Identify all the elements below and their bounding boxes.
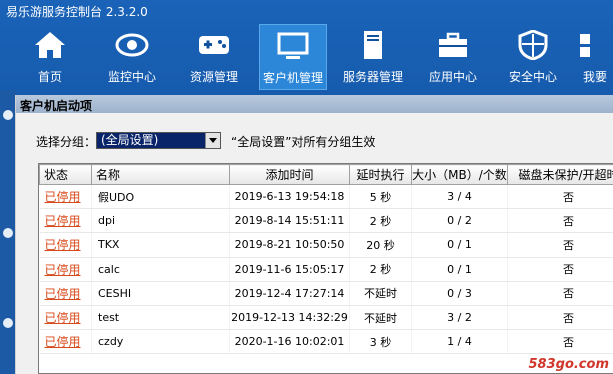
- column-header-added-time[interactable]: 添加时间: [229, 164, 350, 185]
- cell-time: 2020-1-16 10:02:01: [229, 329, 350, 355]
- column-header-name[interactable]: 名称: [91, 164, 230, 185]
- grid-icon: [580, 34, 590, 57]
- cell-time: 2019-12-13 14:32:29: [229, 305, 350, 331]
- toolbar-monitor-label: 监控中心: [107, 70, 156, 84]
- table-row[interactable]: 已停用 TKX 2019-8-21 10:50:50 20 秒0 / 1否: [39, 232, 613, 258]
- client-startup-dialog: 客户机启动项 选择分组： (全局设置) “全局设置”对所有分组生效 状态 名称 …: [15, 95, 613, 374]
- toolbar-resource-label: 资源管理: [189, 70, 238, 84]
- cell-status[interactable]: 已停用: [39, 208, 92, 234]
- cell-delay: 2 秒: [349, 257, 412, 282]
- cell-time: 2019-11-6 15:05:17: [229, 257, 350, 282]
- app-title: 易乐游服务控制台 2.3.2.0: [6, 5, 148, 19]
- cell-status[interactable]: 已停用: [39, 329, 92, 355]
- toolbar-more[interactable]: 我要: [575, 24, 613, 90]
- cell-size: 0 / 1: [411, 232, 508, 258]
- cell-time: 2019-12-4 17:27:14: [229, 281, 350, 306]
- home-icon: [35, 32, 65, 58]
- toolbar-home-label: 首页: [37, 70, 62, 84]
- cell-time: 2019-8-21 10:50:50: [229, 232, 350, 258]
- cell-name: czdy: [91, 329, 230, 355]
- cell-disk: 否: [507, 329, 613, 355]
- expand-arrow-icon[interactable]: [3, 110, 13, 120]
- cell-size: 3 / 2: [411, 305, 508, 331]
- column-header-size[interactable]: 大小（MB）/个数: [411, 164, 508, 185]
- watermark-logo: 583go.com: [528, 357, 610, 372]
- cell-delay: 不延时: [349, 281, 412, 306]
- eye-icon: [115, 33, 149, 57]
- cell-delay: 5 秒: [349, 184, 412, 210]
- shield-icon: [518, 30, 548, 60]
- cell-name: CESHI: [91, 281, 230, 306]
- cell-disk: 否: [507, 184, 613, 210]
- table-row[interactable]: 已停用 假UDO 2019-6-13 19:54:18 5 秒3 / 4否: [39, 184, 613, 210]
- cell-status[interactable]: 已停用: [39, 232, 92, 258]
- cell-size: 0 / 1: [411, 257, 508, 282]
- table-row[interactable]: 已停用 dpi 2019-8-14 15:51:11 2 秒0 / 2否: [39, 208, 613, 234]
- cell-size: 0 / 3: [411, 281, 508, 306]
- toolbar-app-label: 应用中心: [428, 70, 477, 84]
- toolbar-server-label: 服务器管理: [342, 70, 403, 84]
- table-row[interactable]: 已停用 CESHI 2019-12-4 17:27:14 不延时 0 / 3否: [39, 281, 613, 306]
- cell-delay: 3 秒: [349, 329, 412, 355]
- group-select-label: 选择分组：: [36, 135, 97, 149]
- group-select-value: (全局设置): [101, 133, 159, 147]
- cell-name: dpi: [91, 208, 230, 234]
- cell-size: 1 / 4: [411, 329, 508, 355]
- cell-name: TKX: [91, 232, 230, 258]
- toolbar-app-center[interactable]: 应用中心: [419, 24, 487, 90]
- cell-time: 2019-6-13 19:54:18: [229, 184, 350, 210]
- table-row[interactable]: 已停用 calc 2019-11-6 15:05:17 2 秒0 / 1否: [39, 257, 613, 282]
- cell-disk: 否: [507, 281, 613, 306]
- app-window: 易乐游服务控制台 2.3.2.0 首页 监控中心 资源管理 客户机管理 服务器管…: [0, 0, 613, 374]
- toolbar-security-center[interactable]: 安全中心: [499, 24, 567, 90]
- toolbar-more-label: 我要: [583, 70, 608, 84]
- cell-size: 3 / 4: [411, 184, 508, 210]
- column-header-delay[interactable]: 延时执行: [349, 164, 412, 185]
- cell-disk: 否: [507, 257, 613, 282]
- table-row[interactable]: 已停用 czdy 2020-1-16 10:02:01 3 秒1 / 4否: [39, 329, 613, 355]
- cell-delay: 20 秒: [349, 232, 412, 258]
- toolbar-client-manage[interactable]: 客户机管理: [259, 24, 327, 90]
- toolbar-server-manage[interactable]: 服务器管理: [339, 24, 407, 90]
- group-note: “全局设置”对所有分组生效: [231, 135, 376, 149]
- startup-items-table: 状态 名称 添加时间 延时执行 大小（MB）/个数 磁盘未保护/开超时 已停用假…: [38, 163, 613, 374]
- toolbar-monitor-center[interactable]: 监控中心: [98, 24, 166, 90]
- column-header-status[interactable]: 状态: [39, 164, 92, 185]
- left-collapsed-panel: [0, 90, 16, 374]
- toolbar-resource[interactable]: 资源管理: [180, 24, 248, 90]
- main-toolbar: 首页 监控中心 资源管理 客户机管理 服务器管理 应用中心 安全中心 我要: [0, 20, 613, 90]
- cell-status[interactable]: 已停用: [39, 281, 92, 306]
- group-select[interactable]: (全局设置): [96, 132, 221, 149]
- cell-time: 2019-8-14 15:51:11: [229, 208, 350, 234]
- dialog-title: 客户机启动项: [16, 95, 613, 113]
- cell-status[interactable]: 已停用: [39, 305, 92, 331]
- table-header-row: 状态 名称 添加时间 延时执行 大小（MB）/个数 磁盘未保护/开超时: [39, 164, 613, 185]
- toolbar-security-label: 安全中心: [508, 70, 557, 84]
- monitor-icon: [277, 32, 309, 59]
- column-header-disk[interactable]: 磁盘未保护/开超时: [507, 164, 613, 185]
- toolbox-icon: [439, 32, 467, 57]
- cell-status[interactable]: 已停用: [39, 257, 92, 282]
- table-row[interactable]: 已停用 test 2019-12-13 14:32:29 不延时 3 / 2否: [39, 305, 613, 331]
- cell-disk: 否: [507, 232, 613, 258]
- cell-delay: 2 秒: [349, 208, 412, 234]
- cell-disk: 否: [507, 208, 613, 234]
- server-icon: [364, 31, 382, 59]
- cell-status[interactable]: 已停用: [39, 184, 92, 210]
- expand-arrow-icon[interactable]: [3, 318, 13, 328]
- cell-name: test: [91, 305, 230, 331]
- gamepad-icon: [199, 36, 229, 54]
- cell-name: calc: [91, 257, 230, 282]
- cell-size: 0 / 2: [411, 208, 508, 234]
- expand-arrow-icon[interactable]: [3, 228, 13, 238]
- cell-name: 假UDO: [91, 184, 230, 210]
- cell-disk: 否: [507, 305, 613, 331]
- toolbar-home[interactable]: 首页: [16, 24, 84, 90]
- chevron-down-icon[interactable]: [205, 133, 220, 148]
- toolbar-client-label: 客户机管理: [262, 71, 323, 85]
- cell-delay: 不延时: [349, 305, 412, 331]
